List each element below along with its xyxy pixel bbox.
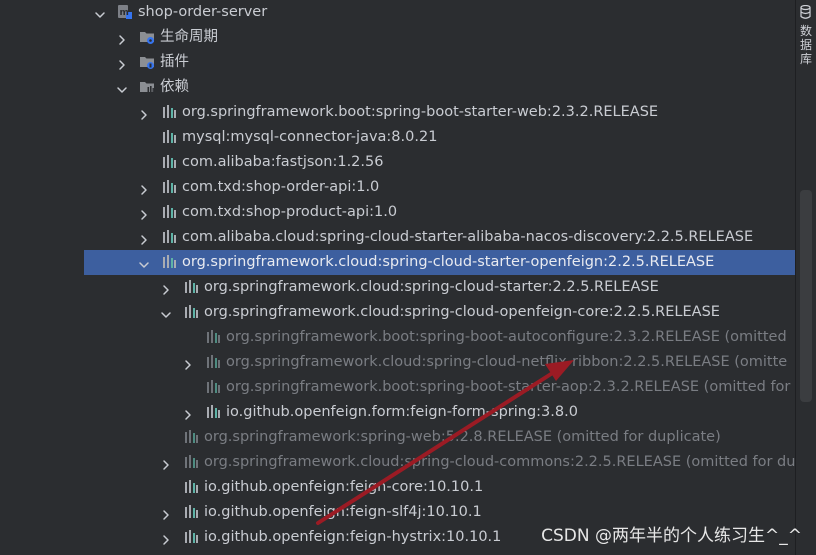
annotation-arrow (316, 360, 574, 525)
watermark: CSDN @两年半的个人练习生^_^ (541, 526, 802, 546)
